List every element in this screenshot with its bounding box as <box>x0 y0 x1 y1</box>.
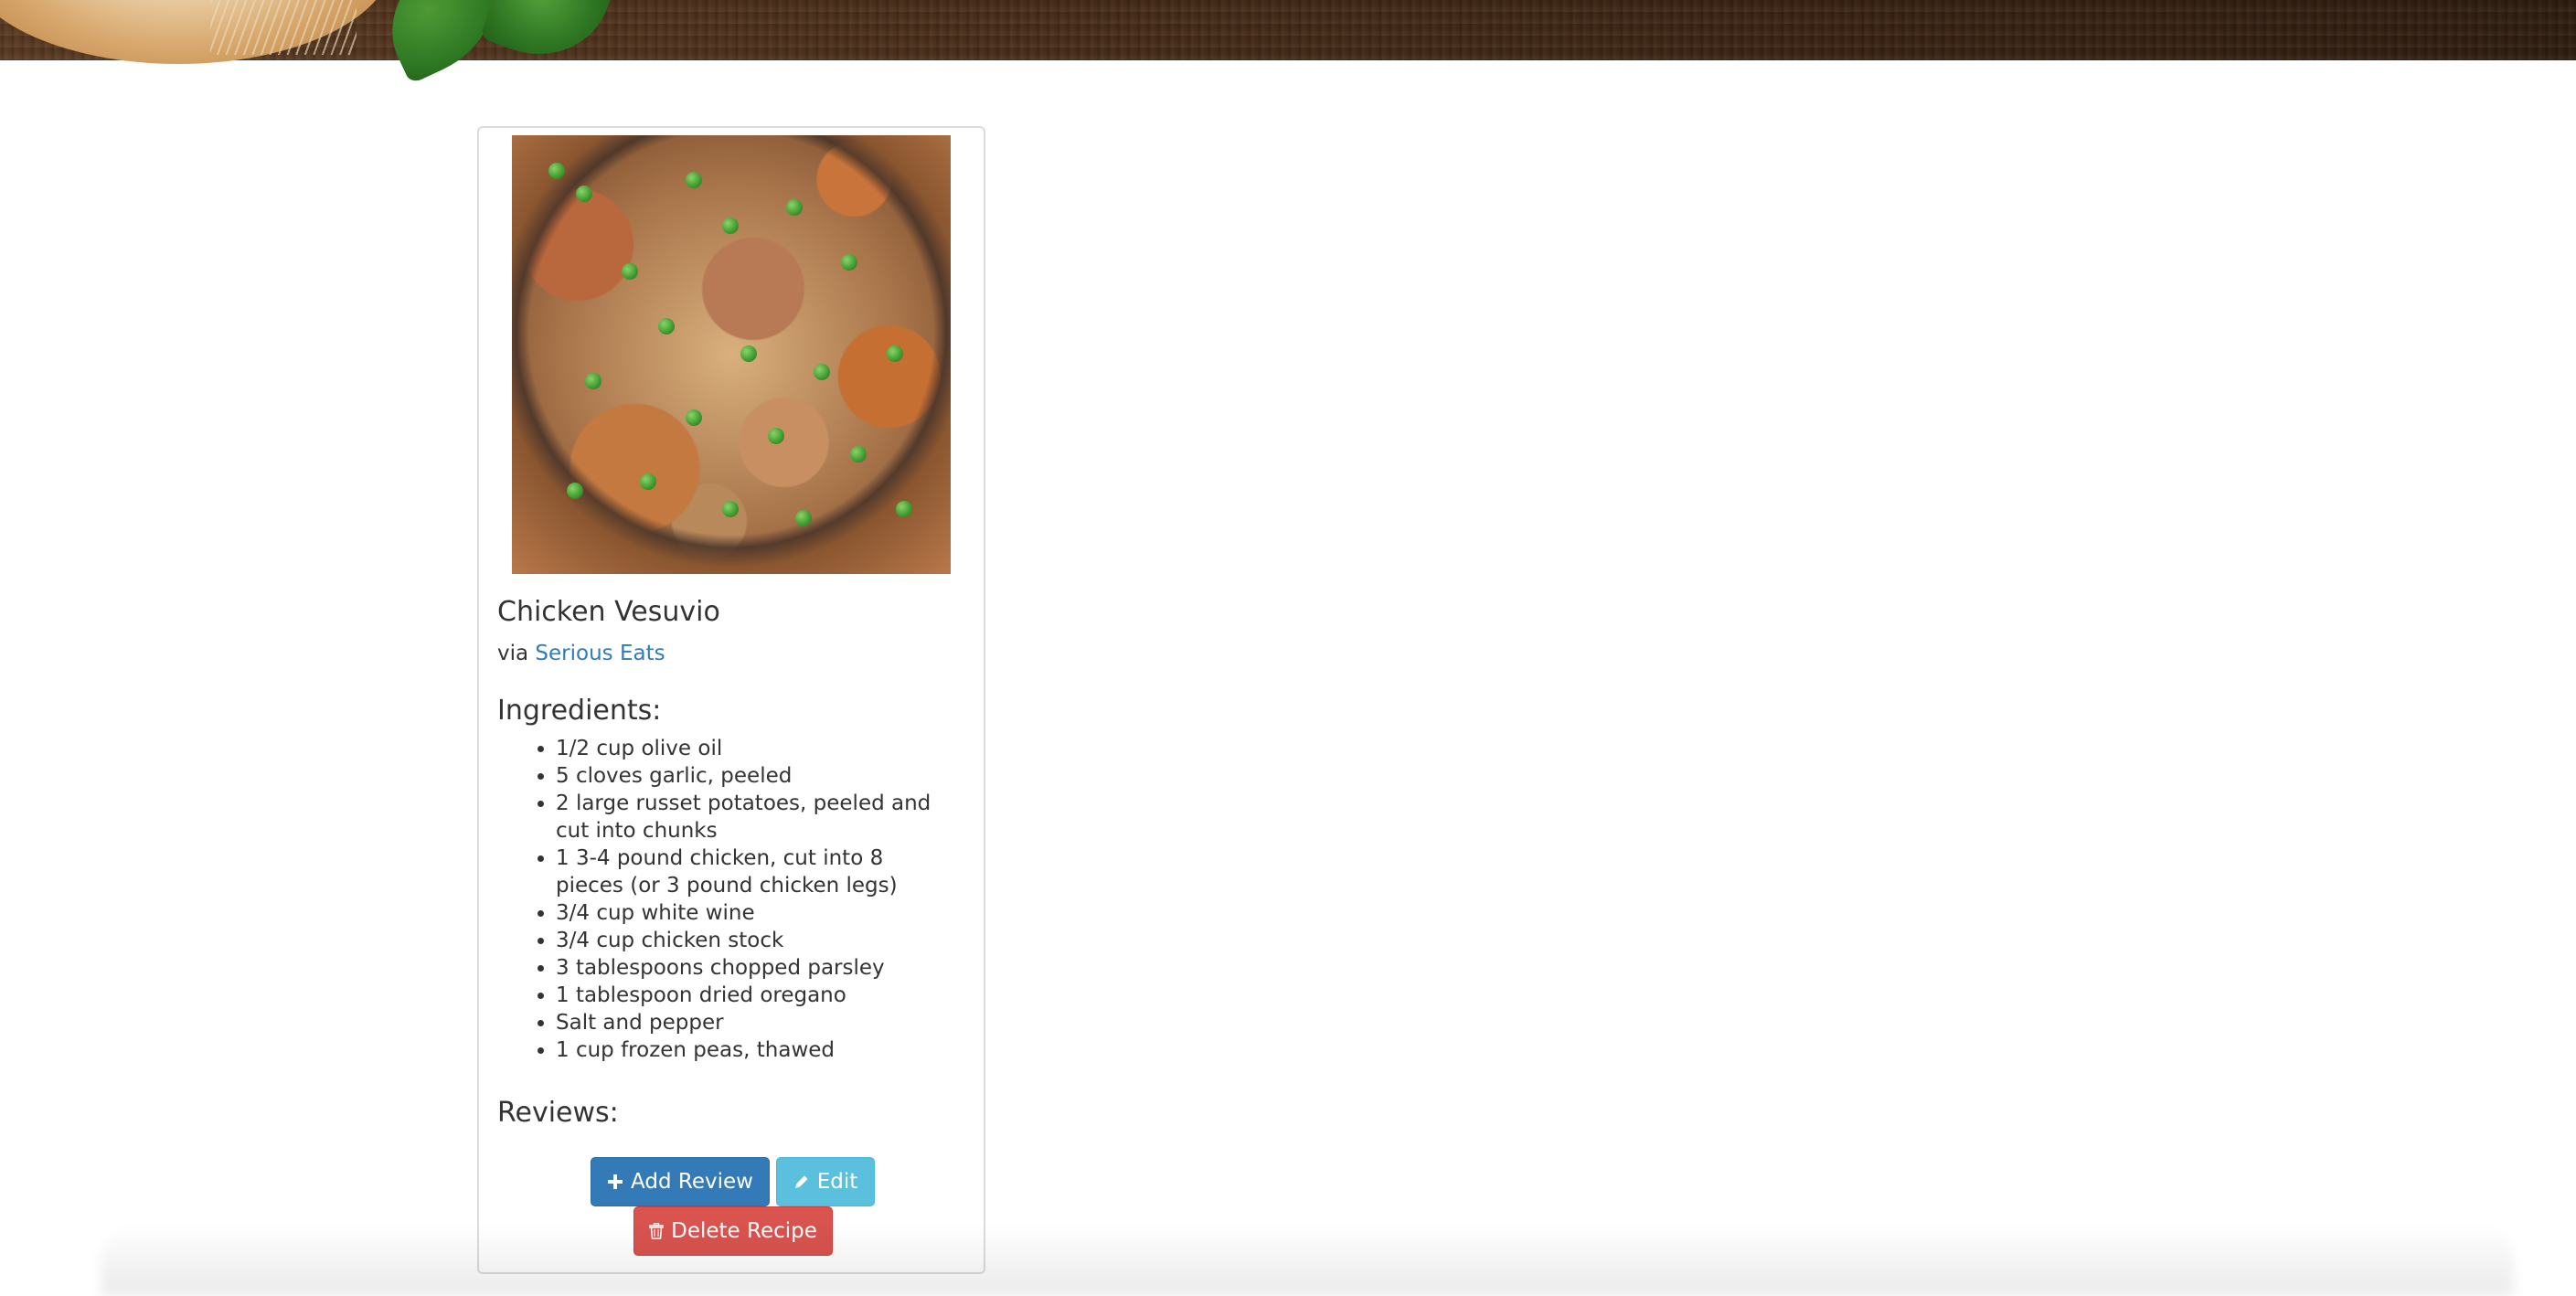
pea <box>850 446 867 462</box>
pea <box>585 373 601 389</box>
pea <box>722 501 739 517</box>
ingredients-list: 1/2 cup olive oil 5 cloves garlic, peele… <box>497 735 954 1064</box>
edit-label: Edit <box>816 1170 858 1194</box>
pea <box>640 473 656 490</box>
ingredient-item: Salt and pepper <box>556 1009 954 1036</box>
recipe-source: via Serious Eats <box>497 642 665 665</box>
pencil-icon <box>793 1174 810 1190</box>
pea <box>722 218 739 234</box>
ingredient-item: 3 tablespoons chopped parsley <box>556 954 954 982</box>
pea <box>567 483 583 499</box>
ingredients-heading: Ingredients: <box>497 695 662 727</box>
pea <box>814 364 830 380</box>
pea <box>686 172 702 188</box>
source-link[interactable]: Serious Eats <box>535 642 665 665</box>
pea <box>887 345 903 362</box>
ingredient-item: 1 3-4 pound chicken, cut into 8 pieces (… <box>556 845 954 899</box>
pea <box>576 186 592 202</box>
onion-root-image <box>210 0 357 55</box>
header-banner <box>0 0 2576 85</box>
reviews-heading: Reviews: <box>497 1097 619 1129</box>
pea <box>768 428 784 444</box>
pea <box>622 263 638 280</box>
footer-shadow <box>101 1225 2514 1296</box>
pea <box>658 318 675 335</box>
pea <box>686 409 702 426</box>
edit-button[interactable]: Edit <box>776 1157 875 1206</box>
pea <box>548 163 565 179</box>
recipe-card: Chicken Vesuvio via Serious Eats Ingredi… <box>477 126 985 1274</box>
via-label: via <box>497 642 529 665</box>
page: Chicken Vesuvio via Serious Eats Ingredi… <box>0 0 2576 1296</box>
ingredient-item: 3/4 cup white wine <box>556 899 954 927</box>
ingredient-item: 1/2 cup olive oil <box>556 735 954 762</box>
plus-icon <box>607 1174 623 1190</box>
pea <box>896 501 912 517</box>
ingredient-item: 3/4 cup chicken stock <box>556 927 954 954</box>
basil-leaf-image <box>479 0 618 76</box>
recipe-photo <box>512 135 951 574</box>
pea <box>786 199 803 216</box>
pea <box>841 254 857 271</box>
ingredient-item: 2 large russet potatoes, peeled and cut … <box>556 790 954 845</box>
ingredient-item: 1 cup frozen peas, thawed <box>556 1036 954 1064</box>
pea <box>740 345 757 362</box>
add-review-button[interactable]: Add Review <box>591 1157 770 1206</box>
pea <box>795 510 812 526</box>
add-review-label: Add Review <box>631 1170 753 1194</box>
recipe-title: Chicken Vesuvio <box>497 596 720 628</box>
ingredient-item: 1 tablespoon dried oregano <box>556 982 954 1009</box>
ingredient-item: 5 cloves garlic, peeled <box>556 762 954 790</box>
